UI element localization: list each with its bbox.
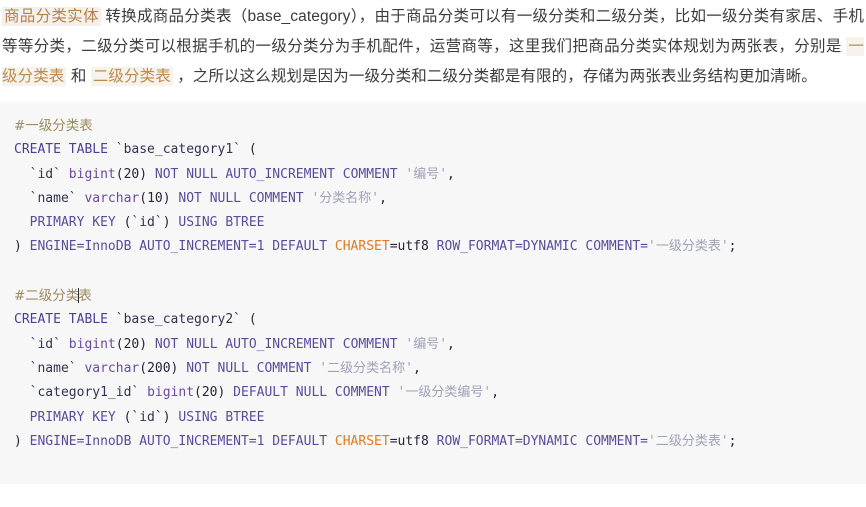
highlight-entity-label: 商品分类实体 xyxy=(2,7,101,26)
code-line-engine-1: ) ENGINE=InnoDB AUTO_INCREMENT=1 DEFAULT… xyxy=(14,239,737,255)
highlight-table2-label: 二级分类表 xyxy=(90,67,173,86)
code-line-create-table-1: CREATE TABLE `base_category1` ( xyxy=(14,142,257,158)
code-line-col-category1-id: `category1_id` bigint(20) DEFAULT NULL C… xyxy=(29,385,500,401)
code-line-col-name-1: `name` varchar(10) NOT NULL COMMENT '分类名… xyxy=(29,190,387,206)
code-line-primary-key-1: PRIMARY KEY (`id`) USING BTREE xyxy=(29,215,265,231)
code-line-col-id-1: `id` bigint(20) NOT NULL AUTO_INCREMENT … xyxy=(29,166,455,182)
intro-text-segment-3: ，之所以这么规划是因为一级分类和二级分类都是有限的，存储为两张表业务结构更加清晰… xyxy=(172,68,817,85)
sql-code-block[interactable]: #一级分类表 CREATE TABLE `base_category1` ( `i… xyxy=(0,102,866,484)
code-line-comment-1: #一级分类表 xyxy=(14,118,93,134)
code-line-primary-key-2: PRIMARY KEY (`id`) USING BTREE xyxy=(29,409,265,425)
intro-paragraph: 商品分类实体 转换成商品分类表（base_category），由于商品分类可以有… xyxy=(0,0,866,92)
intro-text-segment-1: 转换成商品分类表（base_category），由于商品分类可以有一级分类和二级… xyxy=(2,8,864,55)
sql-code-content[interactable]: #一级分类表 CREATE TABLE `base_category1` ( `i… xyxy=(14,114,852,454)
code-line-col-id-2: `id` bigint(20) NOT NULL AUTO_INCREMENT … xyxy=(29,336,455,352)
code-line-create-table-2: CREATE TABLE `base_category2` ( xyxy=(14,312,257,328)
code-line-col-name-2: `name` varchar(200) NOT NULL COMMENT '二级… xyxy=(29,360,421,376)
code-line-engine-2: ) ENGINE=InnoDB AUTO_INCREMENT=1 DEFAULT… xyxy=(14,433,737,449)
intro-text-segment-2: 和 xyxy=(66,68,91,85)
code-line-comment-2: #二级分类表 xyxy=(14,288,92,305)
